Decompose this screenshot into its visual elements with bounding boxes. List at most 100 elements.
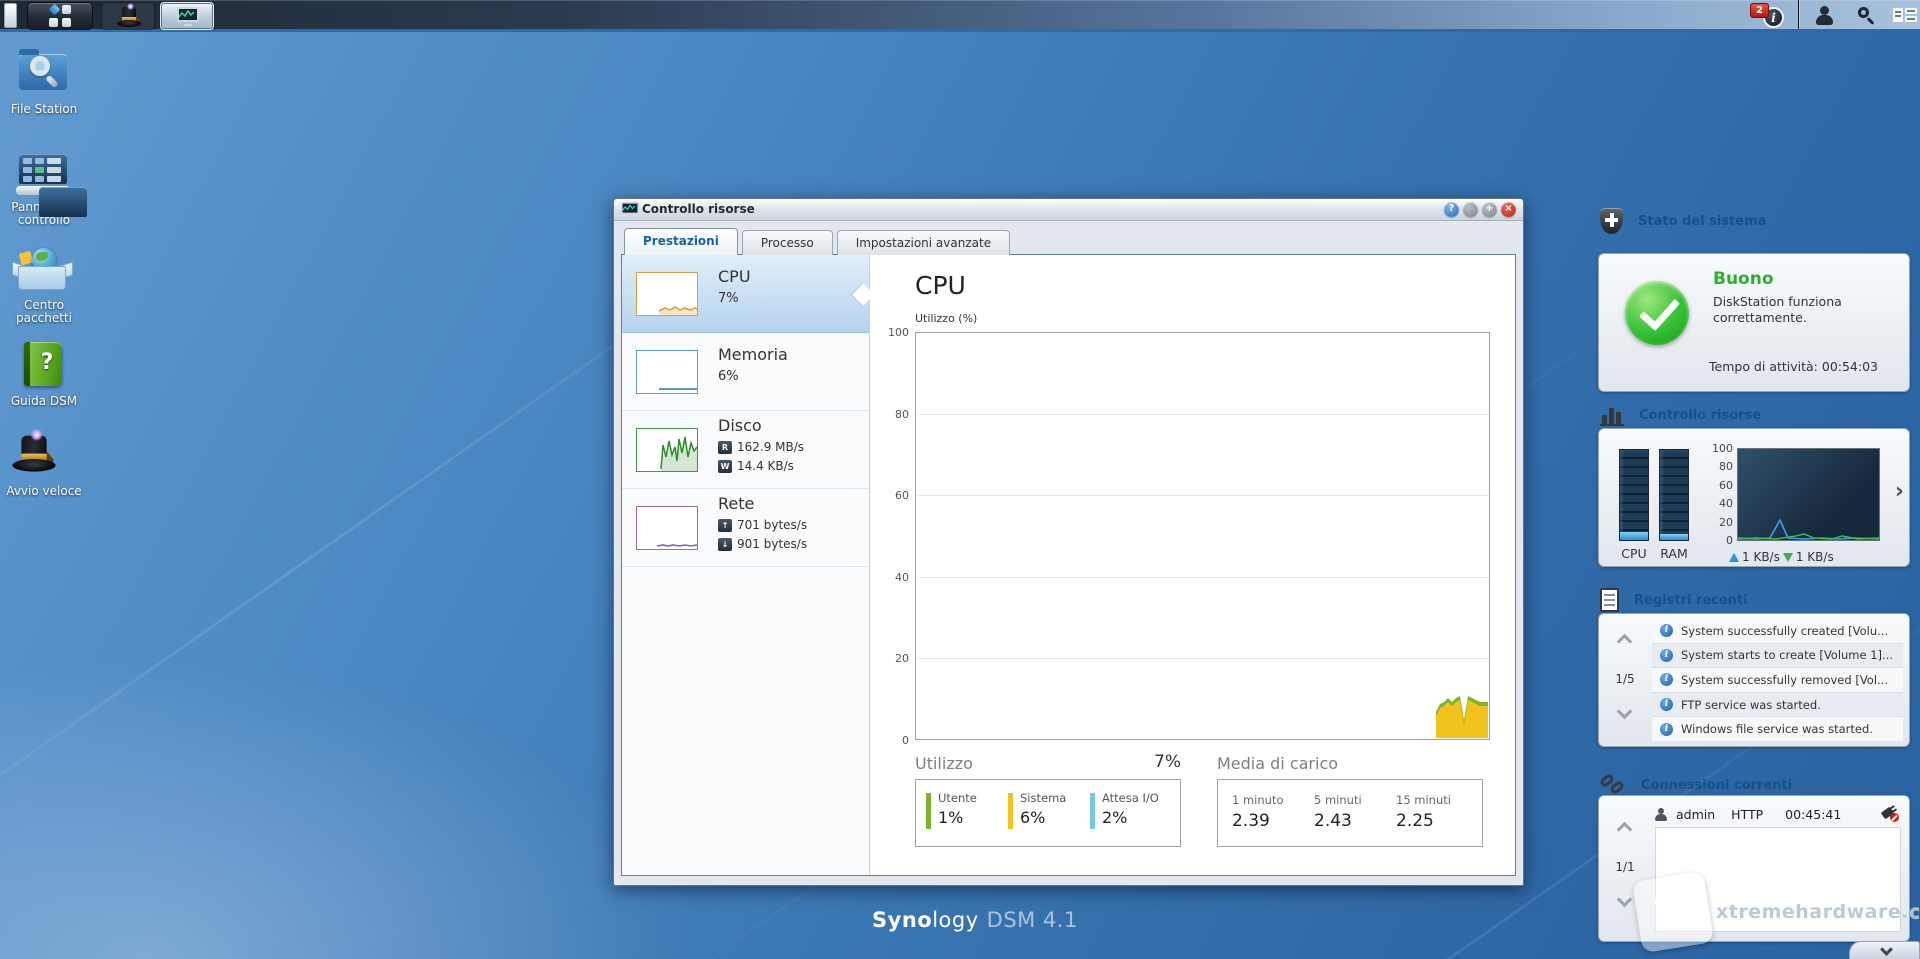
main-menu-button[interactable] xyxy=(27,2,93,30)
list-item-cpu[interactable]: CPU 7% xyxy=(622,255,875,333)
dsm-help-icon: ? xyxy=(2,340,86,390)
net-down-line: ↓ 901 bytes/s xyxy=(718,537,807,551)
window-icon xyxy=(621,202,640,216)
taskbar-app-resource-monitor[interactable] xyxy=(160,2,214,30)
usage-legend: Utente 1% Sistema 6% Attesa I/O 2% xyxy=(915,779,1181,847)
user-menu-button[interactable] xyxy=(1810,2,1840,29)
desktop-icon-label: File Station xyxy=(10,102,78,116)
desktop-icon-package-center[interactable]: Centro pacchetti xyxy=(2,244,86,325)
desktop-icon-dsm-help[interactable]: ? Guida DSM xyxy=(2,340,86,408)
chevron-down-icon xyxy=(1880,943,1893,956)
log-entry[interactable]: i FTP service was started. xyxy=(1652,691,1903,718)
tab-bar: Prestazioni Processo Impostazioni avanza… xyxy=(624,228,1011,255)
pager-down-button[interactable] xyxy=(1616,891,1633,908)
log-entry[interactable]: i System successfully created [Volu... xyxy=(1652,619,1903,643)
widget-title: Connessioni correnti xyxy=(1641,777,1793,793)
mini-y-tick: 0 xyxy=(1726,534,1733,547)
open-resource-monitor-chevron[interactable]: › xyxy=(1895,479,1904,504)
close-button[interactable]: × xyxy=(1501,202,1516,217)
list-item-memoria[interactable]: Memoria 6% xyxy=(622,333,869,411)
minimize-button[interactable] xyxy=(1463,202,1478,217)
connection-protocol: HTTP xyxy=(1731,806,1764,822)
tab-processo[interactable]: Processo xyxy=(741,230,833,255)
desktop-icon-label: Avvio veloce xyxy=(6,484,82,498)
widget-title: Registri recenti xyxy=(1634,592,1748,608)
info-icon: i xyxy=(1660,722,1673,736)
search-icon xyxy=(1857,6,1877,26)
list-item-disco[interactable]: Disco R 162.9 MB/s W 14.4 KB/s xyxy=(622,411,869,489)
search-button[interactable] xyxy=(1852,2,1882,29)
bar-chart-icon xyxy=(1600,404,1624,426)
package-center-icon xyxy=(2,244,86,294)
sidebar-collapse-tab[interactable] xyxy=(1849,941,1920,959)
legend-sistema: Sistema 6% xyxy=(1008,791,1090,846)
connection-row[interactable]: admin HTTP 00:45:41 xyxy=(1655,804,1901,824)
pane-title: CPU xyxy=(915,271,966,300)
disco-thumbnail xyxy=(636,427,698,472)
cpu-detail-pane: CPU Utilizzo (%) 100 80 60 40 20 0 Utili… xyxy=(871,255,1515,875)
taskbar-separator xyxy=(1798,0,1799,29)
mini-y-tick: 80 xyxy=(1719,460,1733,473)
show-desktop-button[interactable] xyxy=(4,3,17,28)
cpu-thumbnail xyxy=(636,271,698,316)
info-icon: i xyxy=(1660,698,1673,712)
log-list: i System successfully created [Volu... iS… xyxy=(1652,619,1903,741)
widget-sidebar: Stato del sistema Buono DiskStation funz… xyxy=(1596,205,1914,959)
help-button[interactable]: ? xyxy=(1444,202,1459,217)
disk-read-line: R 162.9 MB/s xyxy=(718,440,804,454)
desktop-icon-control-panel[interactable]: Pannello di controllo xyxy=(2,146,87,227)
mini-y-tick: 20 xyxy=(1719,516,1733,529)
net-up-line: ↑ 701 bytes/s xyxy=(718,518,807,532)
desktop-icon-quick-launch[interactable]: Avvio veloce xyxy=(2,428,86,498)
status-ok-icon xyxy=(1625,281,1689,345)
tab-impostazioni-avanzate[interactable]: Impostazioni avanzate xyxy=(836,230,1011,255)
pilot-view-button[interactable] xyxy=(1890,2,1920,29)
desktop-icon-file-station[interactable]: File Station xyxy=(2,48,86,116)
y-tick: 20 xyxy=(895,652,909,665)
load-5min: 5 minuti 2.43 xyxy=(1314,793,1362,831)
resource-value: 6% xyxy=(718,369,739,384)
legend-color-sistema xyxy=(1008,793,1013,829)
shield-icon xyxy=(1600,208,1623,234)
list-item-rete[interactable]: Rete ↑ 701 bytes/s ↓ 901 bytes/s xyxy=(622,489,869,567)
taskbar: 2 i xyxy=(0,0,1920,32)
rete-thumbnail xyxy=(636,505,698,550)
log-entry[interactable]: i System starts to create [Volume 1]... xyxy=(1652,642,1903,669)
status-value: Buono xyxy=(1713,269,1774,289)
pager-up-button[interactable] xyxy=(1616,633,1633,650)
cpu-gauge-label: CPU xyxy=(1621,546,1647,561)
resource-name: Rete xyxy=(718,494,755,513)
y-tick: 0 xyxy=(902,734,909,747)
user-icon xyxy=(1655,807,1668,821)
window-titlebar[interactable]: Controllo risorse ? + × xyxy=(614,199,1523,221)
log-entry[interactable]: i Windows file service was started. xyxy=(1652,717,1903,741)
upload-rate: 1 KB/s xyxy=(1742,550,1780,564)
mini-y-tick: 100 xyxy=(1712,442,1733,455)
load-average-label: Media di carico xyxy=(1217,754,1339,773)
resource-monitor-icon xyxy=(177,7,199,26)
control-panel-icon xyxy=(2,146,87,217)
tab-prestazioni[interactable]: Prestazioni xyxy=(624,228,738,255)
download-arrow-icon xyxy=(1782,552,1793,562)
legend-utente: Utente 1% xyxy=(926,791,1008,846)
recent-logs-header: Registri recenti xyxy=(1600,586,1748,614)
window-title: Controllo risorse xyxy=(642,202,755,216)
usage-value: 7% xyxy=(1154,752,1181,772)
user-icon xyxy=(1815,6,1835,26)
resource-name: Memoria xyxy=(718,345,788,364)
download-arrow-icon: ↓ xyxy=(718,537,732,551)
status-description: DiskStation funziona correttamente. xyxy=(1713,294,1842,325)
load-15min: 15 minuti 2.25 xyxy=(1396,793,1451,831)
taskbar-app-quick-launch[interactable] xyxy=(101,2,155,30)
legend-color-utente xyxy=(926,793,931,829)
ram-gauge xyxy=(1659,449,1689,541)
pager-up-button[interactable] xyxy=(1616,821,1633,838)
info-icon: i xyxy=(1660,648,1673,662)
log-entry[interactable]: i System successfully removed [Vol... xyxy=(1652,668,1903,692)
widget-title: Controllo risorse xyxy=(1639,407,1762,423)
disconnect-icon[interactable] xyxy=(1880,806,1899,822)
pager-down-button[interactable] xyxy=(1616,703,1633,720)
maximize-button[interactable]: + xyxy=(1482,202,1497,217)
net-down-value: 901 bytes/s xyxy=(737,537,808,551)
write-badge-icon: W xyxy=(718,459,732,473)
